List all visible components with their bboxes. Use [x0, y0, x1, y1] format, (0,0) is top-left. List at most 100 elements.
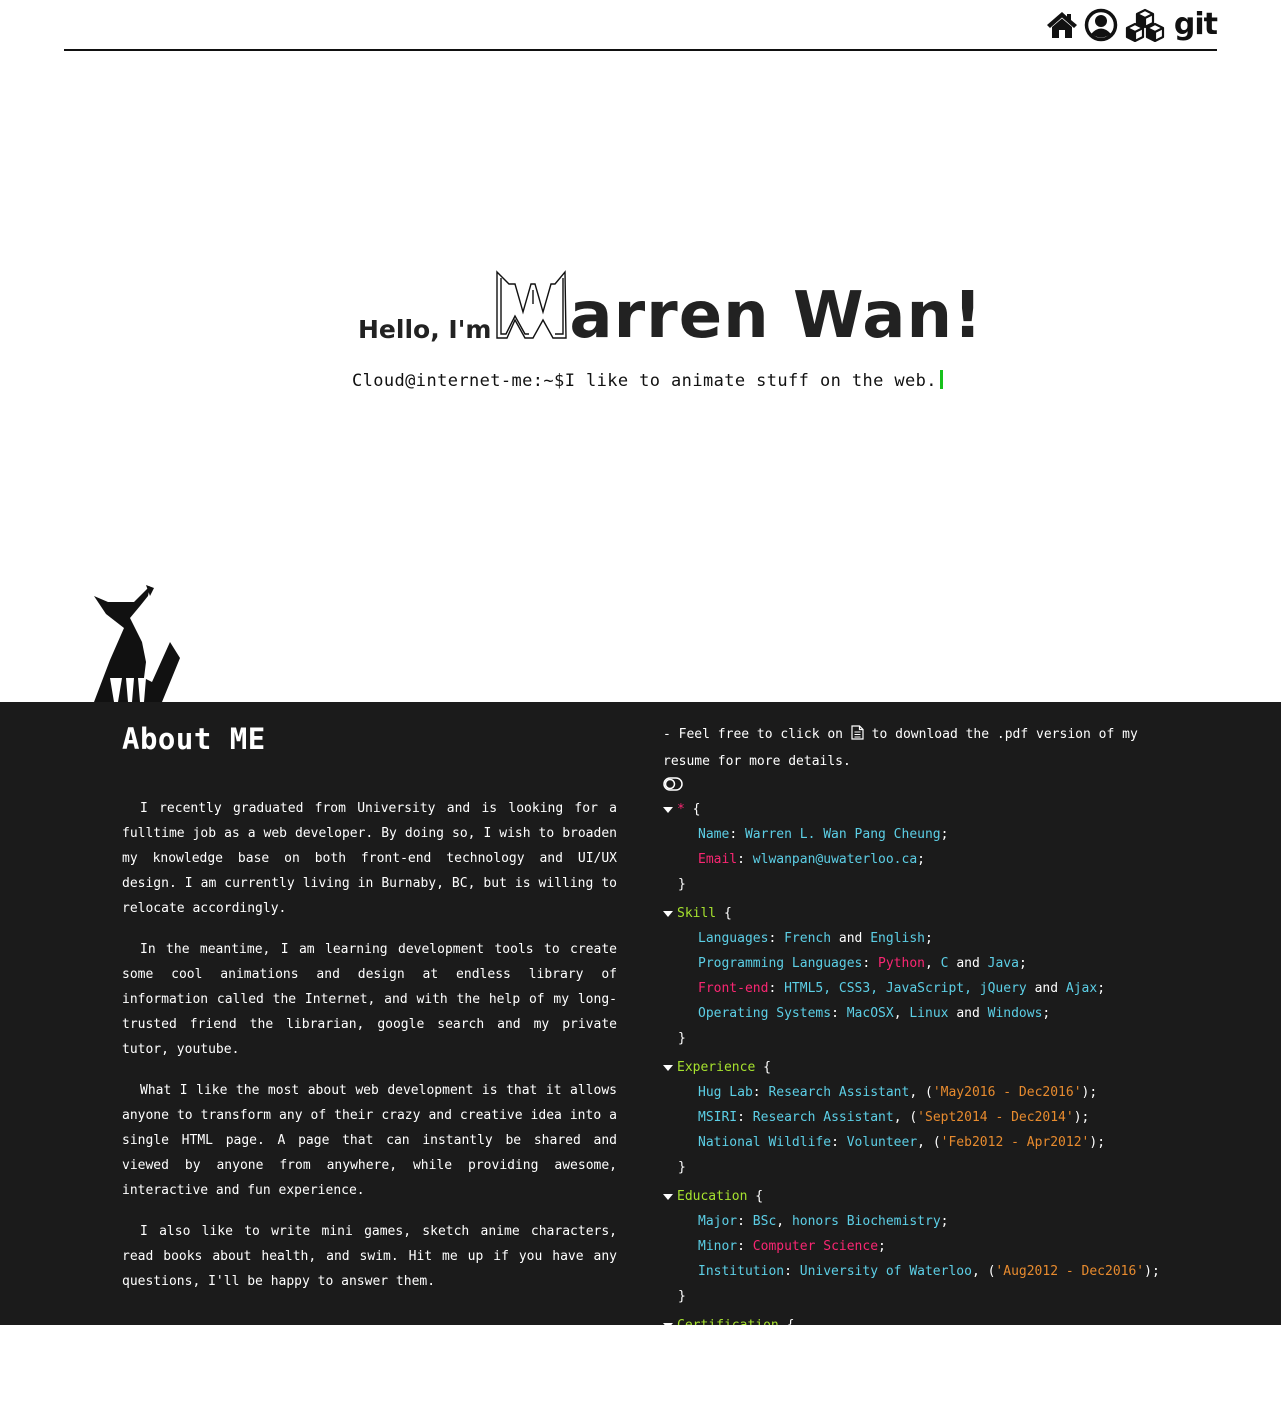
- collapse-triangle-icon[interactable]: [663, 806, 673, 813]
- value-dates: 'Sept2014 - Dec2014': [917, 1110, 1074, 1125]
- row-languages: Languages: French and English;: [698, 931, 933, 946]
- row-experience: MSIRI: Research Assistant, ('Sept2014 - …: [698, 1110, 1090, 1125]
- value-french: French: [784, 931, 832, 946]
- cubes-icon[interactable]: [1124, 8, 1166, 42]
- block-head-certification[interactable]: Certification {: [663, 1313, 1143, 1325]
- row-major: Major: BSc, honors Biochemistry;: [698, 1214, 949, 1229]
- home-icon[interactable]: [1046, 10, 1078, 40]
- block-close: }: [678, 1160, 686, 1175]
- value-java: Java: [987, 956, 1019, 971]
- row-institution: Institution: University of Waterloo, ('A…: [698, 1264, 1160, 1279]
- about-section: About ME I recently graduated from Unive…: [0, 702, 1281, 1325]
- block-head-skill[interactable]: Skill {: [663, 901, 1143, 926]
- key-programming: Programming Languages: [698, 956, 863, 971]
- row-programming: Programming Languages: Python, C and Jav…: [698, 956, 1027, 971]
- css-block-certification: Certification {: [663, 1313, 1143, 1325]
- text-cursor: [939, 370, 943, 389]
- value-dates: 'Feb2012 - Apr2012': [940, 1135, 1090, 1150]
- intro-text-before: - Feel free to click on: [663, 727, 844, 742]
- value-linux: Linux: [909, 1006, 949, 1021]
- and-text: and: [956, 956, 980, 971]
- key-os: Operating Systems: [698, 1006, 832, 1021]
- about-paragraph-3: What I like the most about web developme…: [122, 1083, 617, 1198]
- and-text: and: [1034, 981, 1059, 996]
- block-head-experience[interactable]: Experience {: [663, 1055, 1143, 1080]
- nav-bar: git: [1046, 8, 1218, 42]
- block-close: }: [678, 877, 686, 892]
- cat-illustration: [90, 582, 184, 708]
- value-frontend: HTML5, CSS3, JavaScript, jQuery: [784, 981, 1027, 996]
- value-english: English: [870, 931, 926, 946]
- value-windows: Windows: [987, 1006, 1043, 1021]
- selector-star: *: [677, 802, 685, 817]
- block-head-star[interactable]: * {: [663, 797, 1143, 822]
- greeting-text: Hello, I'm: [358, 315, 492, 344]
- value-dates: 'Aug2012 - Dec2016': [995, 1264, 1145, 1279]
- key-job: MSIRI: [698, 1110, 738, 1125]
- key-job: National Wildlife: [698, 1135, 832, 1150]
- row-name: Name: Warren L. Wan Pang Cheung;: [698, 827, 949, 842]
- row-experience: Hug Lab: Research Assistant, ('May2016 -…: [698, 1085, 1098, 1100]
- terminal-prompt: Cloud@internet-me:~$: [352, 371, 565, 391]
- and-text: and: [838, 931, 863, 946]
- key-languages: Languages: [698, 931, 769, 946]
- key-major: Major: [698, 1214, 738, 1229]
- key-institution: Institution: [698, 1264, 785, 1279]
- about-title: About ME: [122, 722, 266, 756]
- selector-experience: Experience: [677, 1060, 756, 1075]
- git-link[interactable]: git: [1174, 10, 1218, 40]
- css-block-star: * { Name: Warren L. Wan Pang Cheung; Ema…: [663, 797, 1143, 897]
- terminal-tagline: I like to animate stuff on the web.: [564, 371, 937, 391]
- row-frontend: Front-end: HTML5, CSS3, JavaScript, jQue…: [698, 981, 1106, 996]
- css-block-skill: Skill { Languages: French and English; P…: [663, 901, 1143, 1051]
- value-role: Research Assistant: [768, 1085, 910, 1100]
- collapse-triangle-icon[interactable]: [663, 1064, 673, 1071]
- about-paragraph-1: I recently graduated from University and…: [122, 801, 617, 916]
- row-minor: Minor: Computer Science;: [698, 1239, 886, 1254]
- about-paragraph-4: I also like to write mini games, sketch …: [122, 1224, 617, 1289]
- collapse-triangle-icon[interactable]: [663, 910, 673, 917]
- top-header: git: [64, 0, 1218, 51]
- key-email: Email: [698, 852, 738, 867]
- block-close: }: [678, 1031, 686, 1046]
- value-email: wlwanpan@uwaterloo.ca: [752, 852, 918, 867]
- w-logo-icon: [495, 270, 569, 346]
- value-bsc: BSc: [752, 1214, 777, 1229]
- about-column: About ME I recently graduated from Unive…: [122, 722, 617, 1310]
- value-name: Warren L. Wan Pang Cheung: [744, 827, 941, 842]
- selector-education: Education: [677, 1189, 748, 1204]
- about-paragraph-2: In the meantime, I am learning developme…: [122, 942, 617, 1057]
- value-ajax: Ajax: [1065, 981, 1098, 996]
- collapse-triangle-icon[interactable]: [663, 1193, 673, 1200]
- value-biochem: honors Biochemistry: [791, 1214, 941, 1229]
- value-role: Volunteer: [846, 1135, 918, 1150]
- key-minor: Minor: [698, 1239, 738, 1254]
- and-text: and: [956, 1006, 980, 1021]
- key-job: Hug Lab: [698, 1085, 753, 1100]
- value-dates: 'May2016 - Dec2016': [932, 1085, 1082, 1100]
- terminal-line: Cloud@internet-me:~$I like to animate st…: [352, 370, 943, 391]
- resume-intro: - Feel free to click on to download the …: [663, 722, 1143, 774]
- css-block-experience: Experience { Hug Lab: Research Assistant…: [663, 1055, 1143, 1180]
- name-text: arren Wan!: [569, 279, 984, 353]
- value-minor: Computer Science: [752, 1239, 879, 1254]
- value-institution: University of Waterloo: [799, 1264, 972, 1279]
- key-name: Name: [698, 827, 730, 842]
- user-circle-icon[interactable]: [1084, 8, 1118, 42]
- pdf-download-icon[interactable]: [851, 724, 864, 749]
- block-head-education[interactable]: Education {: [663, 1184, 1143, 1209]
- row-email: Email: wlwanpan@uwaterloo.ca;: [698, 852, 925, 867]
- selector-skill: Skill: [677, 906, 717, 921]
- value-macosx: MacOSX: [846, 1006, 894, 1021]
- value-python: Python: [878, 956, 925, 971]
- key-frontend: Front-end: [698, 981, 769, 996]
- row-os: Operating Systems: MacOSX, Linux and Win…: [698, 1006, 1051, 1021]
- collapse-triangle-icon[interactable]: [663, 1322, 673, 1325]
- hero-title: Hello, I'm arren Wan!: [358, 270, 984, 353]
- toggle-icon[interactable]: [663, 777, 1143, 793]
- value-role: Research Assistant: [752, 1110, 894, 1125]
- resume-column: - Feel free to click on to download the …: [663, 722, 1160, 1325]
- row-experience: National Wildlife: Volunteer, ('Feb2012 …: [698, 1135, 1106, 1150]
- css-block-education: Education { Major: BSc, honors Biochemis…: [663, 1184, 1160, 1309]
- block-close: }: [678, 1289, 686, 1304]
